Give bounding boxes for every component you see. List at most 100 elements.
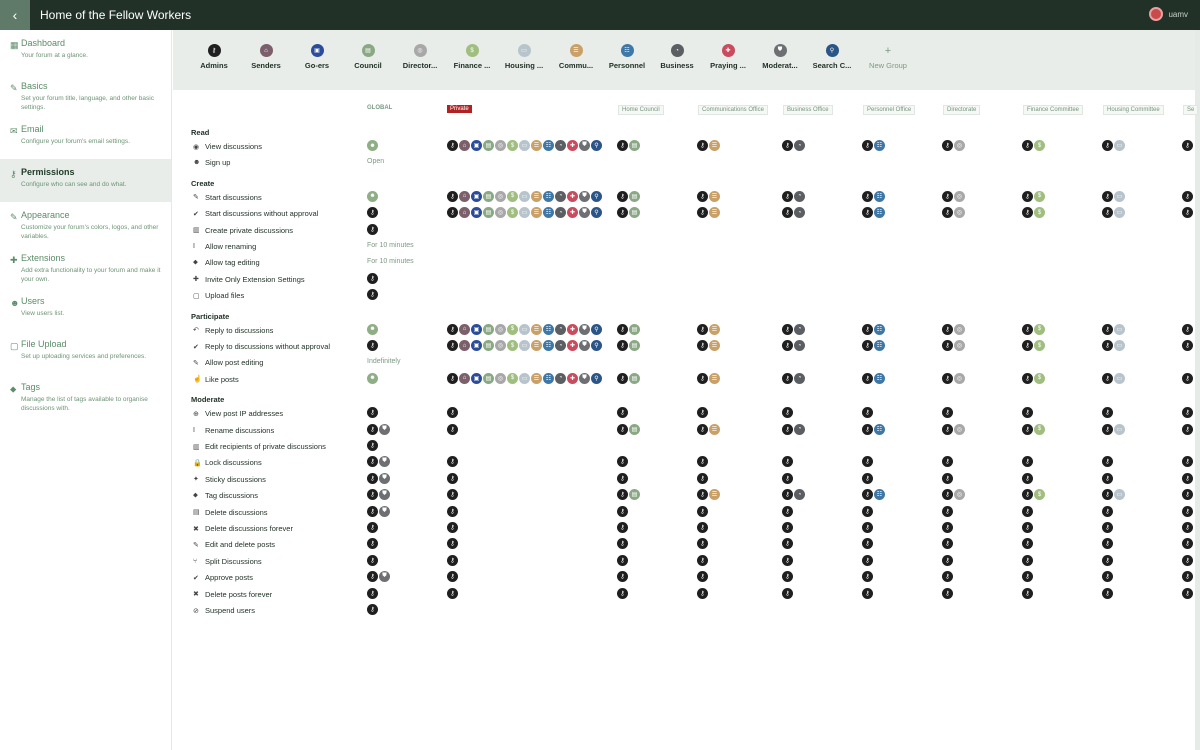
admins-badge[interactable]: ⚷ (862, 489, 873, 501)
tag-permission-cell[interactable]: ⚷ ▭ (1102, 140, 1125, 151)
global-permission-cell[interactable]: ⚷ (367, 407, 378, 419)
group-badge[interactable]: ⚷ (447, 340, 458, 351)
group-badge[interactable]: ▭ (1114, 323, 1125, 335)
private-permission-cell[interactable]: ⚷ ⌂ ▣ ▤ ◎ $ ▭ ☰ ☷ ◔ ✚ ⛊ ⚲ (447, 372, 602, 384)
tag-permission-cell[interactable]: ⚷ $ (1022, 372, 1045, 384)
admins-badge[interactable]: ⚷ (942, 522, 953, 533)
admins-badge[interactable]: ⚷ (697, 407, 708, 419)
group-badge[interactable]: ◔ (794, 323, 805, 335)
group-badge[interactable]: ☰ (709, 489, 720, 501)
group-badge[interactable]: ⚲ (591, 372, 602, 384)
group-badge[interactable]: ◎ (495, 140, 506, 151)
admins-badge[interactable]: ⚷ (617, 587, 628, 599)
admins-badge[interactable]: ⚷ (367, 554, 378, 566)
group-badge[interactable]: ☰ (531, 140, 542, 151)
tag-permission-cell[interactable]: ⚷ ▭ (1102, 423, 1125, 435)
tag-permission-cell[interactable]: ⚷ (1022, 571, 1033, 583)
group-badge[interactable]: ▣ (471, 140, 482, 151)
tag-permission-cell[interactable]: ⚷ ☷ (862, 323, 885, 335)
tag-permission-cell[interactable]: ⚷ ◎ (942, 423, 965, 435)
group-badge[interactable]: $ (507, 323, 518, 335)
private-permission-cell[interactable]: ⚷ (447, 571, 458, 583)
group-badge[interactable]: ◎ (495, 190, 506, 202)
admins-badge[interactable]: ⚷ (942, 456, 953, 468)
tag-permission-cell[interactable]: ⚷ (1182, 571, 1193, 583)
admins-badge[interactable]: ⚷ (1022, 190, 1033, 202)
private-permission-cell[interactable]: ⚷ (447, 489, 458, 501)
group-badge[interactable]: ☷ (874, 423, 885, 435)
admins-badge[interactable]: ⚷ (942, 472, 953, 484)
tag-permission-cell[interactable]: ⚷ $ (1022, 190, 1045, 202)
tag-permission-cell[interactable]: ⚷ (942, 538, 953, 550)
admins-badge[interactable]: ⚷ (1182, 407, 1193, 419)
admins-badge[interactable]: ⚷ (367, 440, 378, 451)
admins-badge[interactable]: ⚷ (782, 140, 793, 151)
group-admins[interactable]: ⚷ Admins (188, 44, 240, 70)
group-housing[interactable]: ▭ Housing ... (498, 44, 550, 70)
tag-permission-cell[interactable]: ⚷ (697, 472, 708, 484)
tag-permission-cell[interactable]: ⚷ ◎ (942, 323, 965, 335)
tag-permission-cell[interactable]: ⚷ $ (1022, 323, 1045, 335)
group-badge[interactable]: ▭ (1114, 190, 1125, 202)
global-permission-value[interactable]: Open (367, 158, 384, 165)
group-badge[interactable]: ⛊ (579, 340, 590, 351)
global-permission-cell[interactable]: ☻ (367, 140, 378, 151)
group-badge[interactable]: ▤ (483, 340, 494, 351)
group-badge[interactable]: ▣ (471, 190, 482, 202)
tag-permission-cell[interactable]: ⚷ ▭ (1102, 323, 1125, 335)
admins-badge[interactable]: ⚷ (367, 423, 378, 435)
group-badge[interactable]: ⛊ (579, 190, 590, 202)
admins-badge[interactable]: ⚷ (782, 372, 793, 384)
group-badge[interactable]: ⌂ (459, 190, 470, 202)
tag-permission-cell[interactable]: ⚷ (1182, 190, 1193, 202)
group-badge[interactable]: ▤ (629, 372, 640, 384)
admins-badge[interactable]: ⚷ (697, 571, 708, 583)
group-badge[interactable]: ☷ (543, 140, 554, 151)
group-badge[interactable]: ◔ (794, 190, 805, 202)
admins-badge[interactable]: ⚷ (1182, 190, 1193, 202)
group-badge[interactable]: ☷ (874, 190, 885, 202)
group-badge[interactable]: ✚ (567, 323, 578, 335)
admins-badge[interactable]: ⚷ (617, 207, 628, 219)
admins-badge[interactable]: ⚷ (942, 190, 953, 202)
admins-badge[interactable]: ⚷ (447, 522, 458, 533)
admins-badge[interactable]: ⚷ (1022, 538, 1033, 550)
tag-permission-cell[interactable]: ⚷ (782, 505, 793, 517)
admins-badge[interactable]: ⚷ (367, 223, 378, 235)
admins-badge[interactable]: ⚷ (617, 190, 628, 202)
group-badge[interactable]: ⚲ (591, 207, 602, 219)
group-badge[interactable]: $ (507, 372, 518, 384)
tag-permission-cell[interactable]: ⚷ (1182, 323, 1193, 335)
group-badge[interactable]: ◔ (794, 207, 805, 219)
tag-permission-cell[interactable]: ⚷ (617, 505, 628, 517)
tag-permission-cell[interactable]: ⚷ (1102, 554, 1113, 566)
admins-badge[interactable]: ⚷ (1102, 571, 1113, 583)
admins-badge[interactable]: ⚷ (617, 340, 628, 351)
admins-badge[interactable]: ⚷ (617, 472, 628, 484)
tag-permission-cell[interactable]: ⚷ ◎ (942, 340, 965, 351)
admins-badge[interactable]: ⚷ (1022, 522, 1033, 533)
scope-header-1[interactable]: Private (447, 105, 472, 113)
tag-permission-cell[interactable]: ⚷ (782, 554, 793, 566)
group-badge[interactable]: ☷ (874, 340, 885, 351)
tag-permission-cell[interactable]: ⚷ (697, 522, 708, 533)
tag-permission-cell[interactable]: ⚷ ▤ (617, 372, 640, 384)
admins-badge[interactable]: ⚷ (862, 538, 873, 550)
group-badge[interactable]: $ (1034, 489, 1045, 501)
group-badge[interactable]: ⌂ (459, 323, 470, 335)
tag-permission-cell[interactable]: ⚷ (1022, 522, 1033, 533)
global-permission-cell[interactable]: ⚷ (367, 440, 378, 451)
group-badge[interactable]: ◔ (555, 372, 566, 384)
tag-permission-cell[interactable]: ⚷ ◎ (942, 489, 965, 501)
sidebar-item-email[interactable]: ✉ Email Configure your forum's email setti… (0, 116, 171, 159)
tag-permission-cell[interactable]: ⚷ (1182, 140, 1193, 151)
private-permission-cell[interactable]: ⚷ (447, 538, 458, 550)
tag-permission-cell[interactable]: ⚷ (697, 554, 708, 566)
group-badge[interactable]: ▤ (483, 323, 494, 335)
group-badge[interactable]: ▭ (1114, 423, 1125, 435)
tag-permission-cell[interactable]: ⚷ (1102, 456, 1113, 468)
sidebar-item-users[interactable]: ☻ Users View users list. (0, 288, 171, 331)
tag-permission-cell[interactable]: ⚷ ◎ (942, 140, 965, 151)
scope-header-6[interactable]: Directorate (943, 105, 981, 115)
tag-permission-cell[interactable]: ⚷ (1102, 472, 1113, 484)
